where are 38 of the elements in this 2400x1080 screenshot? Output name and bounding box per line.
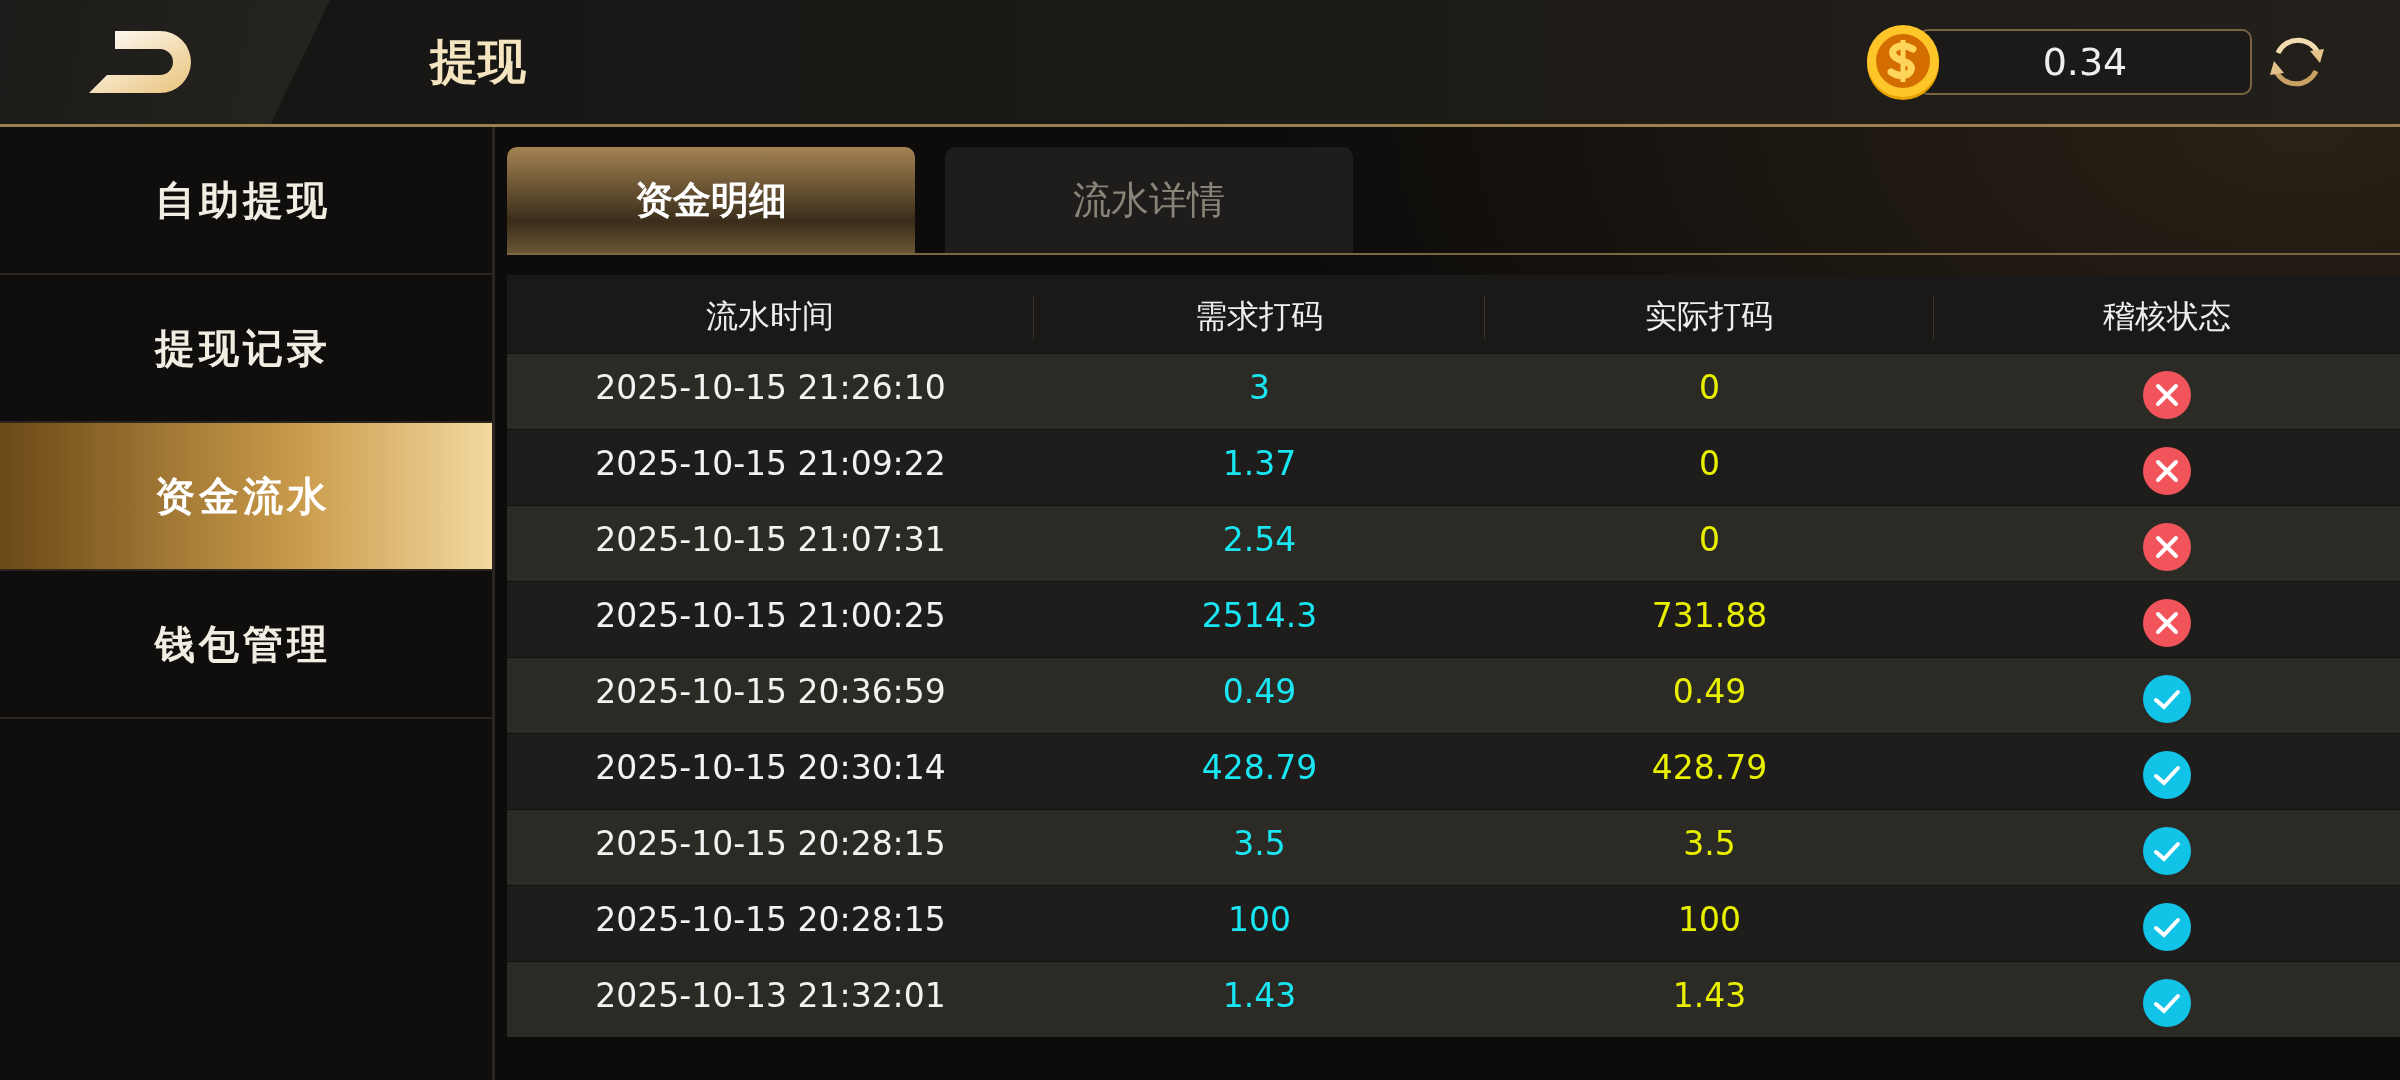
table-cell-text: 731.88 [1650,595,1769,637]
sidebar-item[interactable]: 自助提现 [0,127,492,275]
table-cell-text: 2025-10-13 21:32:01 [594,975,947,1017]
table-cell-text: 2025-10-15 20:36:59 [594,671,947,713]
tab[interactable]: 流水详情 [945,147,1353,253]
table-cell-text: 2025-10-15 20:28:15 [594,823,947,865]
page-title: 提现 [430,32,526,91]
table-cell-text: 2025-10-15 20:30:14 [594,747,947,789]
sidebar-item[interactable]: 钱包管理 [0,571,492,719]
table-cell-text: 1.43 [1221,975,1298,1017]
column-header: 实际打码 [1485,295,1934,339]
table-cell-text: 2514.3 [1200,595,1319,637]
back-button[interactable] [0,0,330,124]
table-cell-text: 2025-10-15 21:00:25 [594,595,947,637]
table-cell-text: 3 [1248,367,1271,409]
table-cell-text: 0 [1698,519,1721,561]
table-cell-text: 3.5 [1232,823,1287,865]
table-cell-text: 2025-10-15 20:28:15 [594,899,947,941]
table-cell-text: 2.54 [1221,519,1298,561]
table-cell-text: 0 [1698,443,1721,485]
table-cell-text: 2025-10-15 21:26:10 [594,367,947,409]
table-cell-text: 1.43 [1671,975,1748,1017]
coin-icon [1864,23,1942,101]
table-cell-text: 2025-10-15 21:07:31 [594,519,947,561]
column-header: 需求打码 [1034,295,1485,339]
table-cell-text: 1.37 [1221,443,1298,485]
table-cell-text: 0.49 [1221,671,1298,713]
tab[interactable]: 资金明细 [507,147,915,253]
column-header: 稽核状态 [2102,296,2232,337]
table-cell-text: 100 [1227,899,1292,941]
table-cell-text: 3.5 [1682,823,1737,865]
table-cell-text: 2025-10-15 21:09:22 [594,443,947,485]
table-cell-text: 428.79 [1650,747,1769,789]
table-cell-text: 100 [1677,899,1742,941]
table-cell-text: 428.79 [1200,747,1319,789]
table-cell-text: 0 [1698,367,1721,409]
column-header: 流水时间 [507,295,1034,339]
table-cell-text: 0.49 [1671,671,1748,713]
